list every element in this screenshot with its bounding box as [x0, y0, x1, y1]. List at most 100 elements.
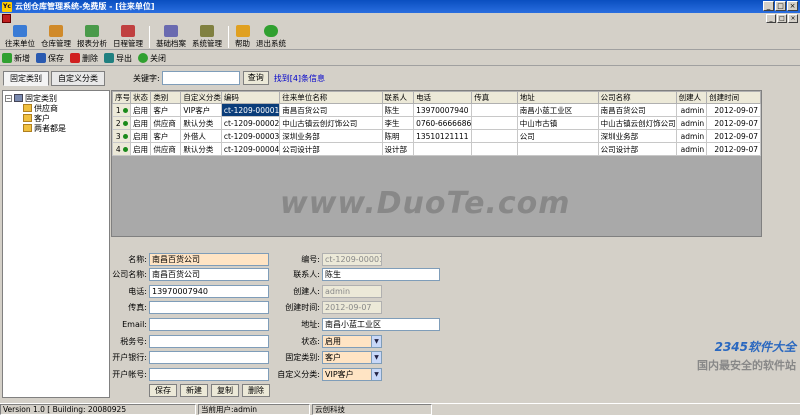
- search-bar: 固定类别 自定义分类 关键字: 查询 找到[4]条信息: [0, 67, 800, 89]
- main-toolbar: 往来单位 仓库管理 报表分析 日程管理 基础档案 系统管理 帮助 退出系统: [0, 24, 800, 50]
- form-copy-button[interactable]: 复制: [211, 384, 239, 397]
- bank-input[interactable]: [149, 351, 269, 364]
- form-delete-button[interactable]: 删除: [242, 384, 270, 397]
- cell: 中山古镇云创灯饰公司: [597, 116, 677, 130]
- column-header[interactable]: 传真: [471, 91, 518, 104]
- tree-item-both[interactable]: 两者都是: [5, 123, 107, 133]
- tree-item-customer[interactable]: 客户: [5, 113, 107, 123]
- add-icon: [2, 53, 12, 63]
- maximize-button[interactable]: □: [775, 1, 786, 11]
- toolbar-system-button[interactable]: 系统管理: [189, 24, 225, 49]
- chevron-down-icon[interactable]: ▼: [371, 336, 381, 347]
- toolbar-warehouse-button[interactable]: 仓库管理: [38, 24, 74, 49]
- column-header[interactable]: 自定义分类: [180, 91, 222, 104]
- column-header[interactable]: 编码: [220, 91, 281, 104]
- cell: 李生: [381, 116, 415, 130]
- column-header[interactable]: 地址: [516, 91, 599, 104]
- export-button[interactable]: 导出: [104, 53, 132, 64]
- cell: 设计部: [381, 142, 415, 156]
- save-icon: [36, 53, 46, 63]
- column-header[interactable]: 创建时间: [706, 91, 761, 104]
- table-row[interactable]: 3 启用 客户 外借人 ct-1209-00003 深圳业务部 陈明 13510…: [112, 129, 761, 143]
- status-company: 云创科技: [312, 404, 432, 415]
- fax-row: 传真:: [111, 301, 269, 314]
- column-header[interactable]: 状态: [129, 91, 152, 104]
- column-header[interactable]: 往来单位名称: [279, 91, 383, 104]
- tree-item-supplier[interactable]: 供应商: [5, 103, 107, 113]
- mdi-document-icon[interactable]: [2, 14, 11, 23]
- company-input[interactable]: 南昌百货公司: [149, 268, 269, 281]
- table-row[interactable]: 1 启用 客户 VIP客户 ct-1209-00001 南昌百货公司 陈生 13…: [112, 103, 761, 117]
- column-header[interactable]: 联系人: [381, 91, 415, 104]
- folder-icon: [23, 114, 32, 122]
- cell: 客户: [150, 103, 182, 117]
- cell-selected[interactable]: ct-1209-00001: [220, 103, 281, 117]
- add-button[interactable]: 新增: [2, 53, 30, 64]
- save-label: 保存: [48, 53, 64, 63]
- custom-category-select[interactable]: VIP客户 ▼: [322, 368, 382, 381]
- contact-label: 联系人:: [293, 270, 320, 279]
- collapse-icon[interactable]: −: [5, 94, 12, 102]
- tax-row: 税务号:: [111, 335, 269, 348]
- phone-input[interactable]: 13970007940: [149, 285, 269, 298]
- delete-label: 删除: [82, 53, 98, 63]
- query-button[interactable]: 查询: [242, 71, 269, 85]
- cell: 默认分类: [180, 142, 222, 156]
- cell: ct-1209-00003: [220, 129, 281, 143]
- cell-index: 2: [112, 116, 131, 130]
- tab-custom-category[interactable]: 自定义分类: [51, 70, 105, 86]
- tree-root[interactable]: − 固定类别: [5, 93, 107, 103]
- form-save-button[interactable]: 保存: [149, 384, 177, 397]
- account-input[interactable]: [149, 368, 269, 381]
- mdi-close-button[interactable]: ×: [788, 14, 798, 23]
- save-button[interactable]: 保存: [36, 53, 64, 64]
- minimize-button[interactable]: _: [763, 1, 774, 11]
- toolbar-contacts-button[interactable]: 往来单位: [2, 24, 38, 49]
- cell: admin: [675, 116, 708, 130]
- cell: 0760-6666686: [413, 116, 473, 130]
- toolbar-label: 系统管理: [192, 39, 222, 48]
- cell: ct-1209-00002: [220, 116, 281, 130]
- chevron-down-icon[interactable]: ▼: [371, 352, 381, 363]
- code-row: 编号: ct-1209-00001: [274, 253, 382, 266]
- tab-fixed-category[interactable]: 固定类别: [3, 70, 49, 86]
- column-header[interactable]: 类别: [150, 91, 182, 104]
- fixed-category-select[interactable]: 客户 ▼: [322, 351, 382, 364]
- column-header[interactable]: 公司名称: [597, 91, 677, 104]
- form-new-button[interactable]: 新建: [180, 384, 208, 397]
- column-header[interactable]: 序号: [112, 91, 131, 104]
- toolbar-exit-button[interactable]: 退出系统: [253, 24, 289, 49]
- column-header[interactable]: 电话: [413, 91, 473, 104]
- delete-button[interactable]: 删除: [70, 53, 98, 64]
- toolbar-archive-button[interactable]: 基础档案: [153, 24, 189, 49]
- table-row[interactable]: 4 启用 供应商 默认分类 ct-1209-00004 公司设计部 设计部 公司…: [112, 142, 761, 156]
- cell: [471, 129, 518, 143]
- tax-input[interactable]: [149, 335, 269, 348]
- mdi-restore-button[interactable]: □: [777, 14, 787, 23]
- fax-input[interactable]: [149, 301, 269, 314]
- toolbar-report-button[interactable]: 报表分析: [74, 24, 110, 49]
- name-label: 名称:: [128, 255, 147, 264]
- toolbar-calendar-button[interactable]: 日程管理: [110, 24, 146, 49]
- company-label: 公司名称:: [112, 270, 147, 279]
- toolbar-label: 日程管理: [113, 39, 143, 48]
- column-header[interactable]: 创建人: [675, 91, 708, 104]
- name-input[interactable]: 南昌百货公司: [149, 253, 269, 266]
- toolbar-help-button[interactable]: 帮助: [232, 24, 253, 49]
- address-input[interactable]: 南昌小蓝工业区: [322, 318, 440, 331]
- creator-label: 创建人:: [293, 287, 320, 296]
- table-row[interactable]: 2 启用 供应商 默认分类 ct-1209-00002 中山古镇云创灯饰公司 李…: [112, 116, 761, 130]
- close-label: 关闭: [150, 53, 166, 63]
- cell: 陈明: [381, 129, 415, 143]
- status-select[interactable]: 启用 ▼: [322, 335, 382, 348]
- mdi-minimize-button[interactable]: _: [766, 14, 776, 23]
- cell: 深圳业务部: [279, 129, 383, 143]
- app-logo: Yc: [2, 1, 12, 12]
- chevron-down-icon[interactable]: ▼: [371, 369, 381, 380]
- email-input[interactable]: [149, 318, 269, 331]
- contact-input[interactable]: 陈生: [322, 268, 440, 281]
- help-icon: [235, 25, 250, 37]
- close-button[interactable]: 关闭: [138, 53, 166, 64]
- keyword-input[interactable]: [161, 71, 240, 85]
- close-window-button[interactable]: ×: [787, 1, 798, 11]
